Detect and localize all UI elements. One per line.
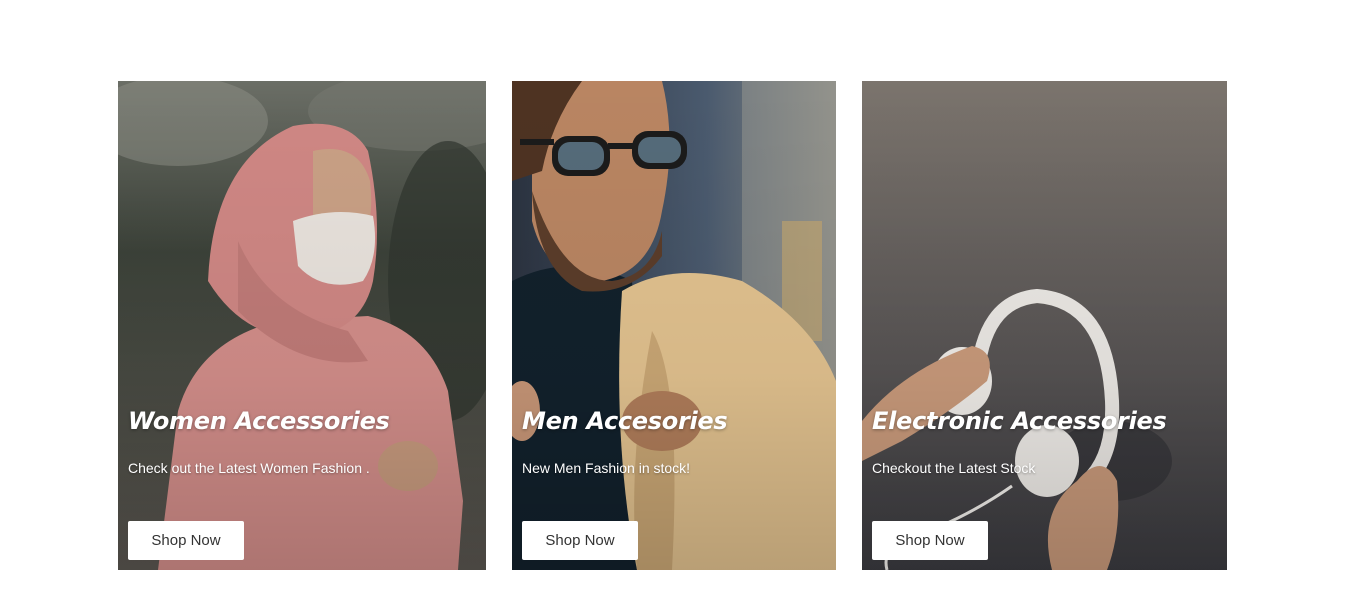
shop-now-button[interactable]: Shop Now — [872, 521, 988, 560]
category-card-electronics[interactable]: Electronic Accessories Checkout the Late… — [862, 81, 1227, 570]
shop-now-button[interactable]: Shop Now — [522, 521, 638, 560]
category-card-women[interactable]: Women Accessories Check out the Latest W… — [118, 81, 486, 570]
category-card-men[interactable]: Men Accesories New Men Fashion in stock!… — [512, 81, 836, 570]
card-title: Women Accessories — [128, 407, 390, 435]
card-title: Men Accesories — [522, 407, 728, 435]
card-description: New Men Fashion in stock! — [522, 460, 691, 476]
card-description: Check out the Latest Women Fashion . — [128, 460, 370, 476]
shop-now-button[interactable]: Shop Now — [128, 521, 244, 560]
card-title: Electronic Accessories — [872, 407, 1167, 435]
card-description: Checkout the Latest Stock — [872, 460, 1036, 476]
